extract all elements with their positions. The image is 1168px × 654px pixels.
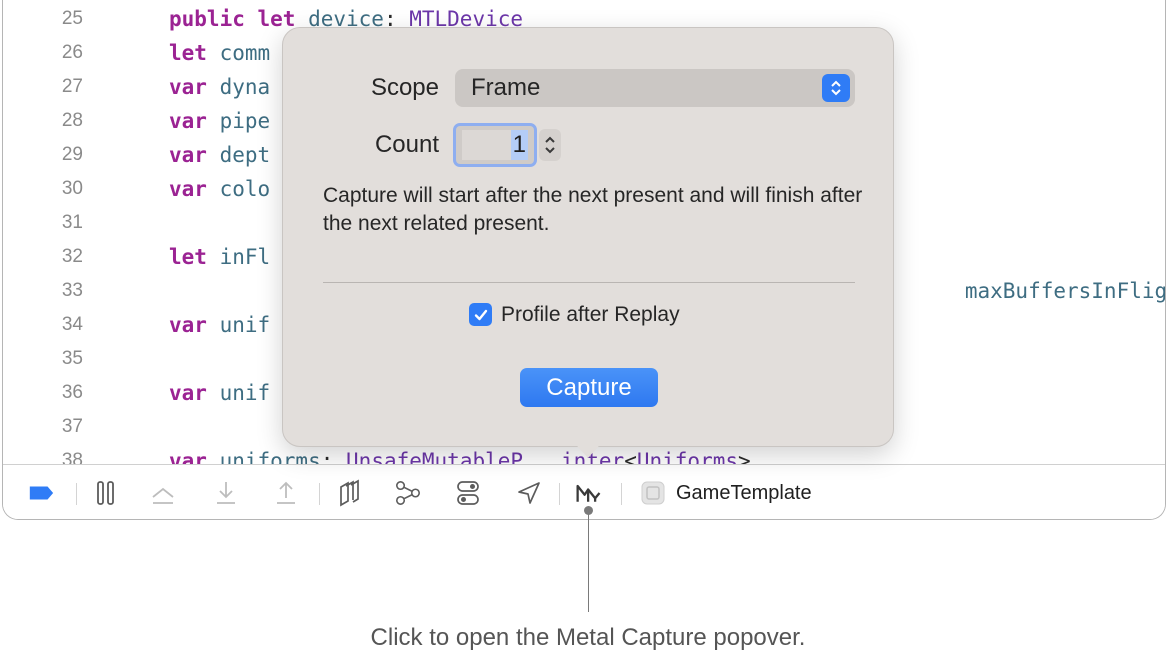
line-number: 25 [61, 8, 83, 29]
line-number: 26 [61, 42, 83, 63]
code-text: var dept [169, 138, 270, 172]
separator [76, 483, 77, 505]
code-token: inFl [219, 245, 271, 269]
code-token: var [169, 449, 220, 464]
breakpoint-toggle-icon[interactable] [27, 479, 55, 507]
code-token: var [169, 177, 220, 201]
line-number: 35 [61, 348, 83, 369]
line-number: 34 [61, 314, 83, 335]
capture-button[interactable]: Capture [520, 368, 658, 407]
code-text: let comm [169, 36, 270, 70]
divider [323, 282, 855, 283]
count-value: 1 [510, 130, 528, 160]
code-fragment: maxBuffersInFlight) [889, 240, 1165, 303]
code-token: UnsafeMutableP [346, 449, 524, 464]
memory-graph-icon[interactable] [394, 479, 422, 507]
code-token: comm [219, 41, 271, 65]
code-token: dept [219, 143, 271, 167]
line-number: 30 [61, 178, 83, 199]
checkmark-icon [474, 309, 487, 320]
scheme-label[interactable]: GameTemplate [676, 479, 812, 507]
code-token: colo [219, 177, 271, 201]
code-token: uniforms [219, 449, 321, 464]
code-text: var unif [169, 308, 270, 342]
count-stepper[interactable] [539, 129, 561, 161]
code-token: : [320, 449, 347, 464]
stepper-chevrons-icon [545, 136, 555, 154]
line-number: 28 [61, 110, 83, 131]
code-token: dyna [219, 75, 271, 99]
code-token: var [169, 75, 220, 99]
code-token: < [624, 449, 637, 464]
step-out-icon [272, 479, 300, 507]
code-token: pipe [219, 109, 271, 133]
code-token: let [169, 245, 220, 269]
line-number: 31 [61, 212, 83, 233]
separator [319, 483, 320, 505]
popover-arrow [570, 438, 606, 458]
code-token: let [169, 41, 220, 65]
pause-icon[interactable] [92, 479, 120, 507]
separator [559, 483, 560, 505]
line-number: 32 [61, 246, 83, 267]
code-text: var colo [169, 172, 270, 206]
line-number: 33 [61, 280, 83, 301]
metal-capture-icon[interactable] [575, 479, 603, 507]
profile-label: Profile after Replay [501, 303, 680, 326]
chevron-up-down-icon [822, 74, 850, 102]
code-token: maxBuffersInFlight) [964, 279, 1165, 303]
code-token: Uniforms [636, 449, 739, 464]
line-number: 36 [61, 382, 83, 403]
code-token: public let [169, 7, 309, 31]
view-hierarchy-icon[interactable] [335, 479, 363, 507]
separator [621, 483, 622, 505]
code-token: var [169, 381, 220, 405]
scope-label: Scope [370, 74, 439, 101]
line-number: 29 [61, 144, 83, 165]
callout-line [588, 510, 589, 612]
scope-value: Frame [471, 74, 541, 101]
code-text: var unif [169, 376, 270, 410]
simulate-location-icon[interactable] [515, 479, 543, 507]
callout-dot [584, 506, 593, 515]
code-text: var pipe [169, 104, 270, 138]
count-field[interactable]: 1 [453, 123, 537, 167]
code-text: var dyna [169, 70, 270, 104]
code-token: unif [219, 313, 271, 337]
environment-overrides-icon[interactable] [454, 479, 482, 507]
app-icon [639, 479, 667, 507]
code-token: var [169, 313, 220, 337]
scope-select[interactable]: Frame [455, 69, 855, 107]
capture-description: Capture will start after the next presen… [323, 184, 863, 235]
callout-text: Click to open the Metal Capture popover. [370, 624, 806, 651]
code-token: var [169, 143, 220, 167]
metal-capture-popover: Scope Frame Count 1 Capture will start a… [282, 27, 894, 447]
profile-checkbox[interactable] [469, 303, 492, 326]
code-text: var uniforms: UnsafeMutableP inter<Unifo… [169, 444, 751, 464]
code-token: var [169, 109, 220, 133]
line-number: 27 [61, 76, 83, 97]
count-label: Count [374, 131, 439, 158]
code-token: > [738, 449, 751, 464]
line-number: 37 [61, 416, 83, 437]
code-text: let inFl [169, 240, 270, 274]
step-over-icon [149, 479, 177, 507]
code-token: unif [219, 381, 271, 405]
step-into-icon [212, 479, 240, 507]
line-number: 38 [61, 450, 83, 464]
